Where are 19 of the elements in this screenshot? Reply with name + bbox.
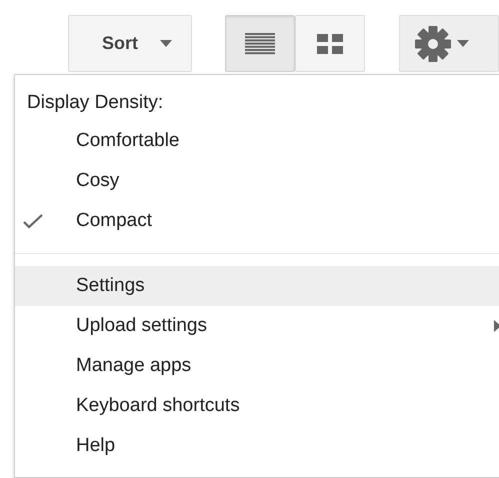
caret-icon: [457, 40, 469, 47]
settings-button[interactable]: [399, 15, 499, 72]
view-toggle-button[interactable]: [225, 15, 295, 72]
submenu-arrow-icon: [494, 320, 499, 332]
menu-item[interactable]: Keyboard shortcuts: [15, 386, 499, 426]
grid-view-icon: [317, 34, 343, 54]
menu-item[interactable]: Manage apps: [15, 346, 499, 386]
menu-item[interactable]: Upload settings: [15, 306, 499, 346]
list-view-icon: [245, 32, 275, 54]
sort-button[interactable]: Sort: [68, 15, 192, 72]
view-toggle-button[interactable]: [295, 15, 365, 72]
menu-item[interactable]: Settings: [15, 266, 499, 306]
density-option[interactable]: Comfortable: [76, 130, 180, 152]
menu-heading: Display Density:: [26, 91, 164, 115]
menu-item[interactable]: Help: [15, 426, 499, 466]
density-option[interactable]: Cosy: [76, 170, 120, 192]
density-option[interactable]: Compact: [76, 210, 152, 232]
caret-icon: [160, 40, 172, 47]
settings-icon: [415, 26, 451, 62]
